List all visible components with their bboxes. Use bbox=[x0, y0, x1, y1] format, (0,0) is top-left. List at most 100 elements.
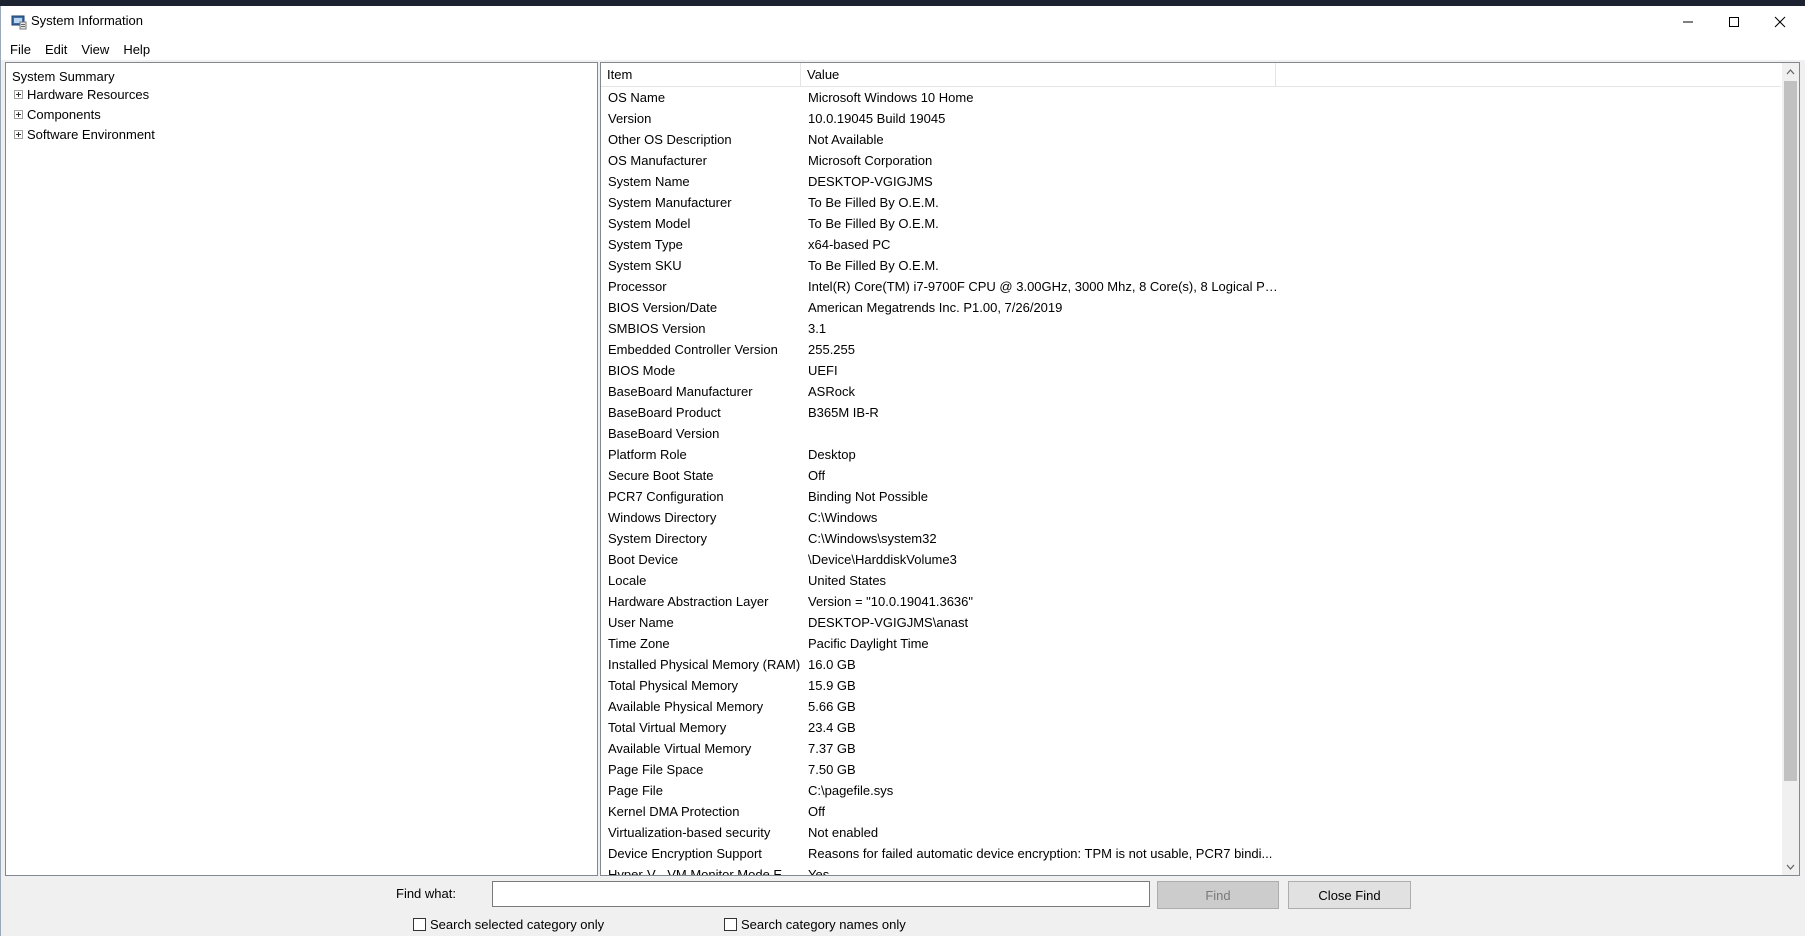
table-row[interactable]: Other OS Description Not Available bbox=[601, 129, 1781, 150]
table-row[interactable]: Page File C:\pagefile.sys bbox=[601, 780, 1781, 801]
table-row[interactable]: Boot Device \Device\HarddiskVolume3 bbox=[601, 549, 1781, 570]
scrollbar-thumb[interactable] bbox=[1784, 81, 1797, 781]
table-row[interactable]: System Manufacturer To Be Filled By O.E.M… bbox=[601, 192, 1781, 213]
item-cell: PCR7 Configuration bbox=[608, 489, 724, 504]
chevron-up-icon bbox=[1786, 68, 1795, 74]
maximize-icon bbox=[1729, 17, 1739, 27]
table-row[interactable]: Time Zone Pacific Daylight Time bbox=[601, 633, 1781, 654]
table-row[interactable]: Platform Role Desktop bbox=[601, 444, 1781, 465]
maximize-button[interactable] bbox=[1711, 6, 1757, 38]
table-row[interactable]: BIOS Mode UEFI bbox=[601, 360, 1781, 381]
table-row[interactable]: BIOS Version/Date American Megatrends Inc… bbox=[601, 297, 1781, 318]
category-tree[interactable]: System Summary Hardware Resources Compon… bbox=[5, 62, 598, 876]
find-what-input[interactable] bbox=[492, 881, 1150, 907]
item-cell: BaseBoard Version bbox=[608, 426, 720, 441]
item-cell: BIOS Version/Date bbox=[608, 300, 718, 315]
table-row[interactable]: System Model To Be Filled By O.E.M. bbox=[601, 213, 1781, 234]
value-cell: To Be Filled By O.E.M. bbox=[808, 258, 939, 273]
item-cell: Processor bbox=[608, 279, 667, 294]
item-cell: System Manufacturer bbox=[608, 195, 732, 210]
table-row[interactable]: User Name DESKTOP-VGIGJMS\anast bbox=[601, 612, 1781, 633]
value-cell: Desktop bbox=[808, 447, 856, 462]
search-category-names-option[interactable]: Search category names only bbox=[724, 917, 906, 932]
expand-plus-icon[interactable] bbox=[14, 130, 23, 139]
table-row[interactable]: System Directory C:\Windows\system32 bbox=[601, 528, 1781, 549]
value-cell: 5.66 GB bbox=[808, 699, 856, 714]
table-row[interactable]: Hardware Abstraction Layer Version = "10.… bbox=[601, 591, 1781, 612]
table-row[interactable]: PCR7 Configuration Binding Not Possible bbox=[601, 486, 1781, 507]
tree-item-system-summary[interactable]: System Summary bbox=[12, 69, 115, 84]
vertical-scrollbar[interactable] bbox=[1782, 63, 1799, 875]
value-cell: C:\Windows bbox=[808, 510, 878, 525]
table-row[interactable]: Device Encryption Support Reasons for fai… bbox=[601, 843, 1781, 864]
menu-help[interactable]: Help bbox=[118, 40, 155, 59]
value-cell: American Megatrends Inc. P1.00, 7/26/201… bbox=[808, 300, 1063, 315]
system-information-app-icon bbox=[11, 15, 27, 30]
search-category-names-checkbox[interactable] bbox=[724, 918, 737, 931]
table-row[interactable]: Total Physical Memory 15.9 GB bbox=[601, 675, 1781, 696]
table-row[interactable]: Hyper-V - VM Monitor Mode E... Yes bbox=[601, 864, 1781, 876]
table-row[interactable]: Available Virtual Memory 7.37 GB bbox=[601, 738, 1781, 759]
menu-bar: File Edit View Help bbox=[1, 38, 1805, 60]
value-cell: DESKTOP-VGIGJMS\anast bbox=[808, 615, 969, 630]
menu-view[interactable]: View bbox=[76, 40, 114, 59]
search-selected-category-option[interactable]: Search selected category only bbox=[413, 917, 604, 932]
column-header-item[interactable]: Item bbox=[601, 63, 801, 87]
table-row[interactable]: OS Name Microsoft Windows 10 Home bbox=[601, 87, 1781, 108]
table-row[interactable]: Windows Directory C:\Windows bbox=[601, 507, 1781, 528]
details-list[interactable]: Item Value OS Name Microsoft Windows 10 H… bbox=[600, 62, 1800, 876]
menu-file[interactable]: File bbox=[5, 40, 36, 59]
table-row[interactable]: Installed Physical Memory (RAM) 16.0 GB bbox=[601, 654, 1781, 675]
menu-edit[interactable]: Edit bbox=[40, 40, 72, 59]
table-row[interactable]: Embedded Controller Version 255.255 bbox=[601, 339, 1781, 360]
table-row[interactable]: Secure Boot State Off bbox=[601, 465, 1781, 486]
title-bar[interactable]: System Information bbox=[1, 6, 1805, 38]
tree-item-software-environment[interactable]: Software Environment bbox=[14, 127, 155, 142]
expand-plus-icon[interactable] bbox=[14, 90, 23, 99]
close-find-button[interactable]: Close Find bbox=[1288, 881, 1411, 909]
table-row[interactable]: Available Physical Memory 5.66 GB bbox=[601, 696, 1781, 717]
table-row[interactable]: BaseBoard Manufacturer ASRock bbox=[601, 381, 1781, 402]
value-cell: 23.4 GB bbox=[808, 720, 856, 735]
minimize-button[interactable] bbox=[1665, 6, 1711, 38]
value-cell: Microsoft Windows 10 Home bbox=[808, 90, 974, 105]
table-row[interactable]: SMBIOS Version 3.1 bbox=[601, 318, 1781, 339]
value-cell: \Device\HarddiskVolume3 bbox=[808, 552, 957, 567]
value-cell: Intel(R) Core(TM) i7-9700F CPU @ 3.00GHz… bbox=[808, 279, 1278, 294]
tree-item-components[interactable]: Components bbox=[14, 107, 101, 122]
table-row[interactable]: Page File Space 7.50 GB bbox=[601, 759, 1781, 780]
table-row[interactable]: Kernel DMA Protection Off bbox=[601, 801, 1781, 822]
value-cell: Yes bbox=[808, 867, 830, 876]
table-row[interactable]: BaseBoard Version bbox=[601, 423, 1781, 444]
value-cell: C:\Windows\system32 bbox=[808, 531, 937, 546]
value-cell: DESKTOP-VGIGJMS bbox=[808, 174, 933, 189]
table-row[interactable]: BaseBoard Product B365M IB-R bbox=[601, 402, 1781, 423]
item-cell: SMBIOS Version bbox=[608, 321, 706, 336]
table-row[interactable]: System Type x64-based PC bbox=[601, 234, 1781, 255]
table-row[interactable]: Version 10.0.19045 Build 19045 bbox=[601, 108, 1781, 129]
column-header-value[interactable]: Value bbox=[801, 63, 1276, 87]
expand-plus-icon[interactable] bbox=[14, 110, 23, 119]
tree-item-label: Software Environment bbox=[27, 127, 155, 142]
close-button[interactable] bbox=[1757, 6, 1803, 38]
item-cell: Installed Physical Memory (RAM) bbox=[608, 657, 801, 672]
tree-item-hardware-resources[interactable]: Hardware Resources bbox=[14, 87, 149, 102]
scroll-down-button[interactable] bbox=[1782, 858, 1799, 875]
table-row[interactable]: Locale United States bbox=[601, 570, 1781, 591]
table-row[interactable]: OS Manufacturer Microsoft Corporation bbox=[601, 150, 1781, 171]
table-row[interactable]: System SKU To Be Filled By O.E.M. bbox=[601, 255, 1781, 276]
table-row[interactable]: System Name DESKTOP-VGIGJMS bbox=[601, 171, 1781, 192]
table-row[interactable]: Virtualization-based security Not enabled bbox=[601, 822, 1781, 843]
tree-item-label: Hardware Resources bbox=[27, 87, 150, 102]
scroll-up-button[interactable] bbox=[1782, 63, 1799, 80]
item-cell: Boot Device bbox=[608, 552, 679, 567]
table-row[interactable]: Processor Intel(R) Core(TM) i7-9700F CPU … bbox=[601, 276, 1781, 297]
value-cell: B365M IB-R bbox=[808, 405, 879, 420]
search-selected-category-checkbox[interactable] bbox=[413, 918, 426, 931]
table-row[interactable]: Total Virtual Memory 23.4 GB bbox=[601, 717, 1781, 738]
find-button[interactable]: Find bbox=[1157, 881, 1279, 909]
value-cell: Version = "10.0.19041.3636" bbox=[808, 594, 974, 609]
value-cell: Not Available bbox=[808, 132, 884, 147]
search-category-names-label: Search category names only bbox=[741, 917, 906, 932]
item-cell: System SKU bbox=[608, 258, 682, 273]
